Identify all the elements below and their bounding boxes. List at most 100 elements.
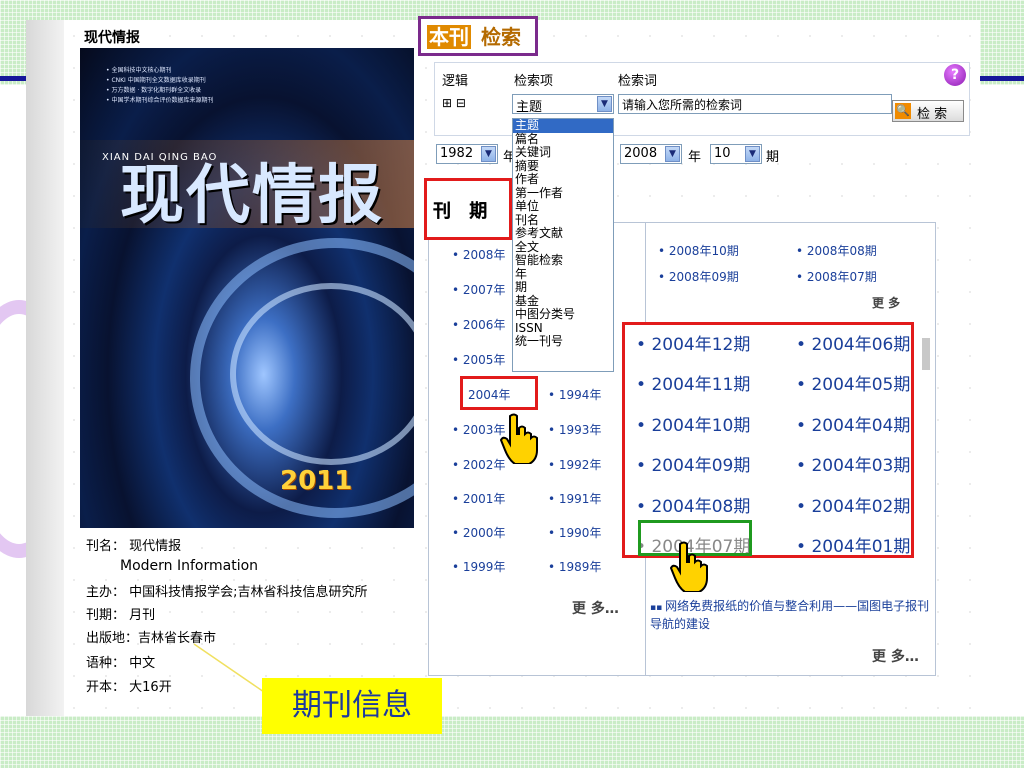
dropdown-option[interactable]: 智能检索: [513, 253, 613, 268]
year-link[interactable]: • 1991年: [548, 490, 601, 507]
info-size-row: 开本： 大16开: [86, 676, 172, 695]
info-period-value: 月刊: [129, 608, 156, 623]
year-2004-highlight-box: [460, 376, 538, 410]
year-to-select[interactable]: 2008 ▼: [620, 144, 682, 164]
dropdown-option[interactable]: 关键词: [513, 145, 613, 160]
dropdown-option[interactable]: 基金: [513, 294, 613, 309]
dropdown-option[interactable]: 摘要: [513, 159, 613, 174]
add-remove-row-icons[interactable]: ⊞ ⊟: [442, 96, 466, 110]
cover-line: • 万方数据 · 数字化期刊群全文收录: [106, 87, 202, 94]
year-link[interactable]: • 1992年: [548, 456, 601, 473]
journal-cover-image: • 全国科技中文核心期刊 • CNKI 中国期刊全文数据库收录期刊 • 万方数据…: [80, 48, 414, 528]
search-icon: 🔍: [895, 103, 911, 119]
year-link[interactable]: • 1990年: [548, 524, 601, 541]
search-field-label: 检索项: [514, 74, 554, 89]
dropdown-option[interactable]: 统一刊号: [513, 334, 613, 349]
year-link[interactable]: • 1994年: [548, 386, 601, 403]
hand-pointer-icon: [670, 541, 708, 592]
search-field-dropdown-list: 主题 篇名 关键词 摘要 作者 第一作者 单位 刊名 参考文献 全文 智能检索 …: [512, 118, 614, 372]
issue-link[interactable]: • 2004年05期: [796, 370, 910, 395]
search-field-selected: 主题: [516, 100, 543, 115]
info-lang-row: 语种： 中文: [86, 652, 155, 671]
year-to-suffix: 年: [688, 150, 702, 165]
latest-issue-link[interactable]: • 2008年09期: [658, 268, 739, 285]
help-icon[interactable]: ?: [944, 64, 966, 86]
dropdown-option[interactable]: 期: [513, 280, 613, 295]
chevron-down-icon: ▼: [481, 146, 496, 162]
search-term-label: 检索词: [618, 74, 658, 89]
cover-line: • 全国科技中文核心期刊: [106, 67, 172, 74]
search-title-rest: 检索: [481, 25, 521, 49]
cover-issue-badge: 2011: [280, 466, 353, 496]
issue-link[interactable]: • 2004年11期: [636, 370, 750, 395]
dropdown-option[interactable]: ISSN: [513, 321, 613, 336]
search-field-select[interactable]: 主题 ▼: [512, 94, 614, 115]
slide-background-bottom: [0, 716, 1024, 768]
issue-link[interactable]: • 2004年12期: [636, 330, 750, 355]
info-size-value: 大16开: [129, 680, 172, 695]
year-link[interactable]: • 2007年: [452, 281, 505, 298]
dropdown-option[interactable]: 参考文献: [513, 226, 613, 241]
dropdown-option[interactable]: 主题: [513, 119, 613, 133]
info-place-label: 出版地：: [86, 631, 139, 646]
issue-link[interactable]: • 2004年10期: [636, 411, 750, 436]
latest-issue-link[interactable]: • 2008年10期: [658, 242, 739, 259]
year-link[interactable]: • 1999年: [452, 558, 505, 575]
latest-issue-link[interactable]: • 2008年08期: [796, 242, 877, 259]
latest-more-link[interactable]: 更 多: [872, 294, 900, 311]
issue-link[interactable]: • 2004年06期: [796, 330, 910, 355]
year-link[interactable]: • 2005年: [452, 351, 505, 368]
issue-link[interactable]: • 2004年04期: [796, 411, 910, 436]
info-name-row: 刊名： 现代情报: [86, 535, 181, 554]
year-from-value: 1982: [440, 146, 474, 161]
panel-left-shadow: [26, 20, 64, 716]
article-more-link[interactable]: 更 多…: [872, 646, 919, 666]
article-link[interactable]: ▪▪ 网络免费报纸的价值与整合利用——国图电子报刊导航的建设: [650, 598, 930, 632]
issue-link[interactable]: • 2004年08期: [636, 492, 750, 517]
issue-value: 10: [714, 146, 731, 161]
dropdown-option[interactable]: 第一作者: [513, 186, 613, 201]
caption-journal-info: 期刊信息: [262, 678, 442, 734]
year-link[interactable]: • 2003年: [452, 421, 505, 438]
info-english-name: Modern Information: [120, 558, 259, 574]
dropdown-option[interactable]: 年: [513, 267, 613, 282]
year-link[interactable]: • 2002年: [452, 456, 505, 473]
search-button[interactable]: 🔍 检 索: [892, 100, 964, 122]
dropdown-option[interactable]: 单位: [513, 199, 613, 214]
journal-header-title: 现代情报: [84, 30, 140, 46]
dropdown-option[interactable]: 作者: [513, 172, 613, 187]
issue-link[interactable]: • 2004年03期: [796, 451, 910, 476]
info-size-label: 开本：: [86, 680, 126, 695]
issues-title-box: 刊 期: [424, 178, 512, 240]
latest-issue-link[interactable]: • 2008年07期: [796, 268, 877, 285]
dropdown-option[interactable]: 篇名: [513, 132, 613, 147]
year-link[interactable]: • 2001年: [452, 490, 505, 507]
scrollbar-thumb[interactable]: [922, 338, 930, 370]
info-sponsor-row: 主办： 中国科技情报学会;吉林省科技信息研究所: [86, 581, 368, 600]
info-period-label: 刊期：: [86, 608, 126, 623]
issue-suffix: 期: [766, 150, 780, 165]
issue-link[interactable]: • 2004年01期: [796, 532, 910, 557]
info-lang-value: 中文: [129, 656, 156, 671]
year-link[interactable]: • 2008年: [452, 246, 505, 263]
issue-select[interactable]: 10 ▼: [710, 144, 762, 164]
issue-link[interactable]: • 2004年09期: [636, 451, 750, 476]
info-name-value: 现代情报: [129, 539, 182, 554]
year-from-select[interactable]: 1982 ▼: [436, 144, 498, 164]
search-title-highlight: 本刊: [427, 25, 471, 49]
year-link[interactable]: • 2006年: [452, 316, 505, 333]
issues-title: 刊 期: [433, 201, 494, 222]
chevron-down-icon: ▼: [665, 146, 680, 162]
year-link[interactable]: • 2000年: [452, 524, 505, 541]
dropdown-option[interactable]: 全文: [513, 240, 613, 255]
search-term-input[interactable]: 请输入您所需的检索词: [618, 94, 892, 114]
cover-line: • 中国学术期刊综合评价数据库来源期刊: [106, 97, 214, 104]
years-more-link[interactable]: 更 多…: [572, 598, 619, 618]
dropdown-option[interactable]: 刊名: [513, 213, 613, 228]
info-sponsor-label: 主办：: [86, 585, 126, 600]
year-link[interactable]: • 1993年: [548, 421, 601, 438]
chevron-down-icon: ▼: [597, 96, 612, 112]
dropdown-option[interactable]: 中图分类号: [513, 307, 613, 322]
issue-link[interactable]: • 2004年02期: [796, 492, 910, 517]
year-link[interactable]: • 1989年: [548, 558, 601, 575]
